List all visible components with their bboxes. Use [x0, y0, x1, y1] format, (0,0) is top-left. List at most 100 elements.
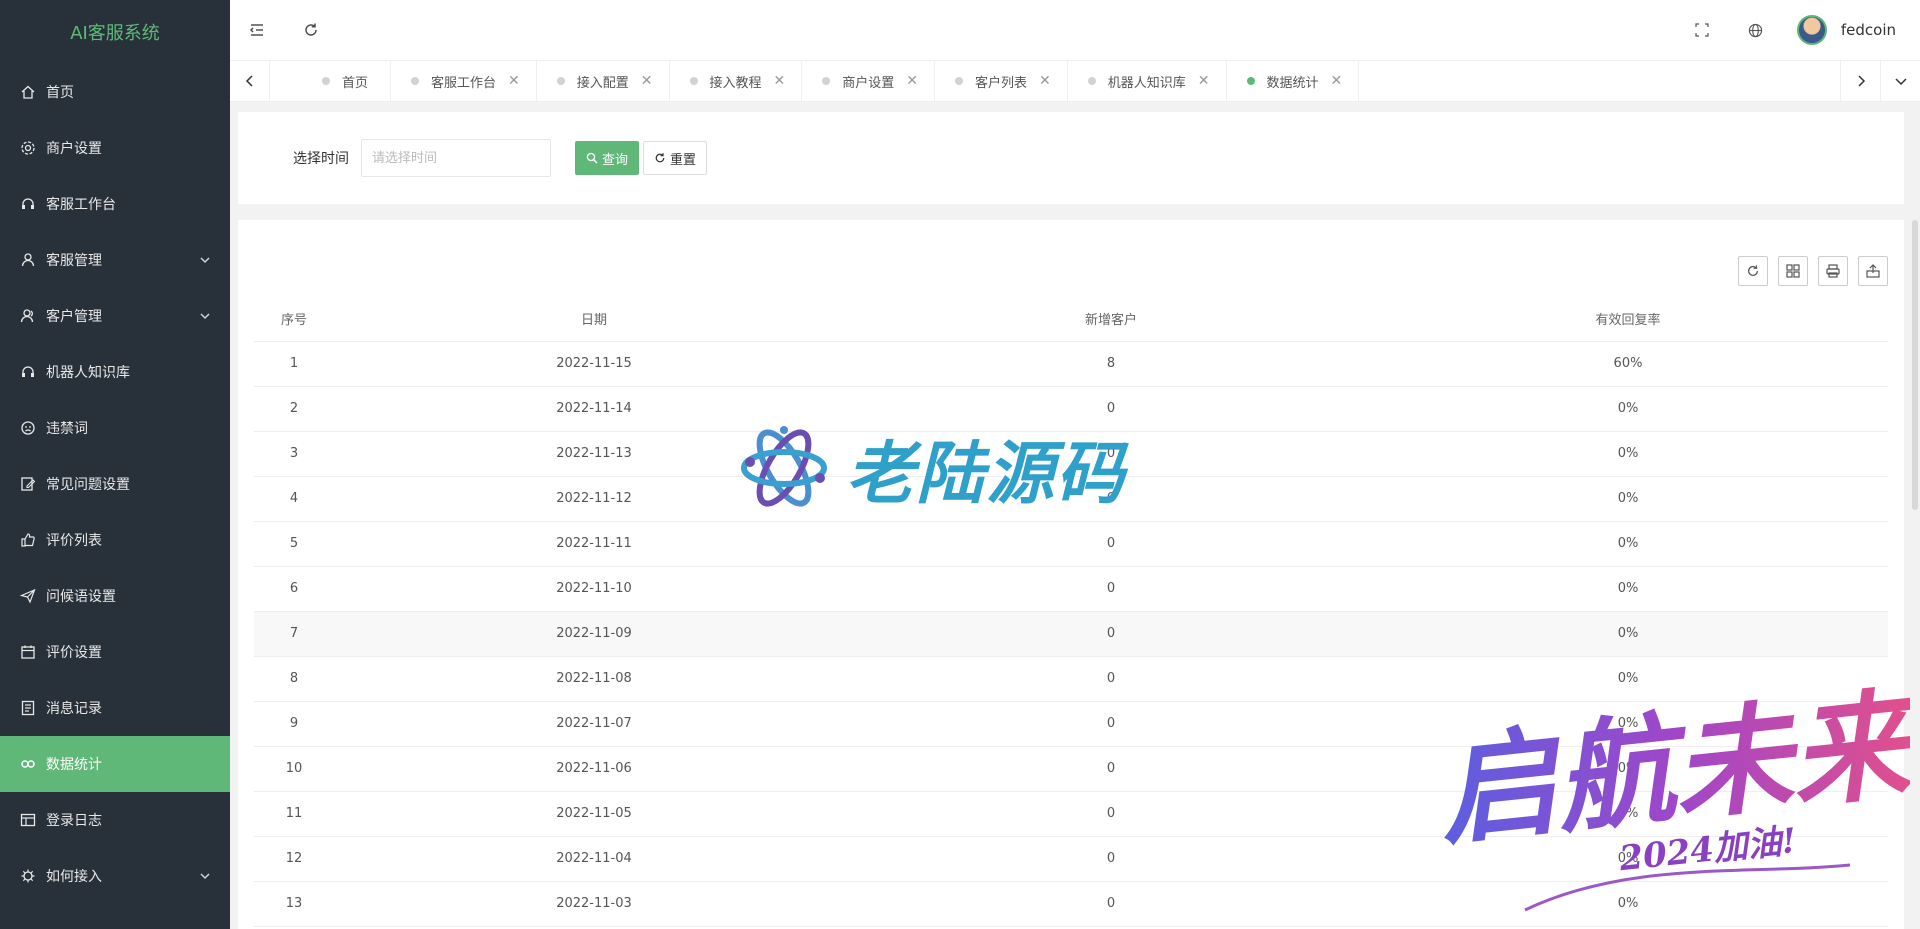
tab-3[interactable]: 接入教程 ✕ — [670, 61, 803, 101]
table-cell: 0% — [1368, 476, 1888, 522]
tab-dot — [955, 77, 964, 85]
chevron-down-icon — [198, 253, 212, 267]
tab-6[interactable]: 机器人知识库 ✕ — [1068, 61, 1227, 101]
tabs-menu-button[interactable] — [1880, 61, 1920, 101]
sidebar-item-9[interactable]: 问候语设置 — [0, 568, 230, 624]
table-cell: 6 — [254, 566, 334, 612]
tab-label: 客服工作台 — [431, 75, 497, 91]
table-cell: 2022-11-05 — [334, 791, 854, 837]
table-cell: 0 — [854, 881, 1368, 927]
search-icon — [586, 152, 598, 164]
user-menu[interactable]: fedcoin — [1796, 15, 1896, 45]
sidebar-item-14[interactable]: 如何接入 — [0, 848, 230, 904]
bug-icon — [20, 868, 36, 884]
table-cell: 2022-11-11 — [334, 521, 854, 567]
table-cell: 5 — [254, 521, 334, 567]
sidebar-item-label: 评价列表 — [46, 533, 102, 549]
table-cell: 8 — [854, 341, 1368, 387]
sidebar-item-3[interactable]: 客服管理 — [0, 232, 230, 288]
sidebar-item-6[interactable]: 违禁词 — [0, 400, 230, 456]
sidebar-item-4[interactable]: 客户管理 — [0, 288, 230, 344]
send-icon — [20, 588, 36, 604]
table-cell: 2022-11-09 — [334, 611, 854, 657]
sidebar-item-7[interactable]: 常见问题设置 — [0, 456, 230, 512]
indent-icon — [250, 24, 263, 36]
close-icon[interactable]: ✕ — [774, 73, 786, 89]
header-right: fedcoin — [1675, 0, 1920, 61]
close-icon[interactable]: ✕ — [906, 73, 918, 89]
tab-dot — [822, 77, 831, 85]
close-icon[interactable]: ✕ — [641, 73, 653, 89]
table-cell: 2022-11-03 — [334, 881, 854, 927]
close-icon[interactable]: ✕ — [1198, 73, 1210, 89]
sidebar-item-0[interactable]: 首页 — [0, 64, 230, 120]
sidebar-item-2[interactable]: 客服工作台 — [0, 176, 230, 232]
table-icon — [20, 812, 36, 828]
page-scrollbar[interactable] — [1912, 220, 1918, 510]
export-button[interactable] — [1858, 256, 1888, 286]
print-button[interactable] — [1818, 256, 1848, 286]
table-cell: 0 — [854, 836, 1368, 882]
headset-icon — [20, 196, 36, 212]
tab-1[interactable]: 客服工作台 ✕ — [391, 61, 537, 101]
table-cell: 7 — [254, 611, 334, 657]
query-button[interactable]: 查询 — [575, 141, 640, 175]
tab-0[interactable]: 首页 — [270, 61, 392, 101]
column-filter-button[interactable] — [1778, 256, 1808, 286]
tab-7[interactable]: 数据统计 ✕ — [1227, 61, 1360, 101]
sidebar-item-12[interactable]: 数据统计 — [0, 736, 230, 792]
tab-dot — [689, 77, 698, 85]
refresh-icon — [1748, 265, 1758, 276]
column-header: 有效回复率 — [1368, 296, 1888, 342]
table-cell: 3 — [254, 431, 334, 477]
tab-2[interactable]: 接入配置 ✕ — [537, 61, 670, 101]
query-button-label: 查询 — [602, 152, 629, 168]
slogan-watermark: 启航未来 2024加油! — [1432, 673, 1910, 912]
table-cell: 4 — [254, 476, 334, 522]
sidebar-item-11[interactable]: 消息记录 — [0, 680, 230, 736]
brand-watermark: 老陆源码 — [740, 418, 1126, 517]
sidebar-item-label: 如何接入 — [46, 869, 102, 885]
chevron-down-icon — [198, 309, 212, 323]
tab-label: 商户设置 — [842, 75, 895, 91]
close-icon[interactable]: ✕ — [1039, 73, 1051, 89]
close-icon[interactable]: ✕ — [508, 73, 520, 89]
tab-4[interactable]: 商户设置 ✕ — [802, 61, 936, 101]
sidebar-item-5[interactable]: 机器人知识库 — [0, 344, 230, 400]
table-row[interactable]: 1 2022-11-15 8 60% — [254, 341, 1888, 387]
menu-toggle-button[interactable] — [230, 0, 284, 61]
sidebar-item-10[interactable]: 评价设置 — [0, 624, 230, 680]
column-header: 日期 — [334, 296, 854, 342]
table-cell: 0 — [854, 656, 1368, 702]
table-row[interactable]: 5 2022-11-11 0 0% — [254, 521, 1888, 567]
column-header: 新增客户 — [854, 296, 1368, 342]
table-cell: 12 — [254, 836, 334, 882]
sidebar-item-label: 常见问题设置 — [46, 477, 130, 493]
tabs-scroll-left-button[interactable] — [230, 61, 270, 101]
sidebar-item-13[interactable]: 登录日志 — [0, 792, 230, 848]
column-header: 序号 — [254, 296, 334, 342]
sidebar-item-label: 违禁词 — [46, 421, 88, 437]
tab-5[interactable]: 客户列表 ✕ — [935, 61, 1068, 101]
tabs-scroll-right-button[interactable] — [1840, 61, 1880, 101]
reset-button[interactable]: 重置 — [643, 141, 708, 175]
close-icon[interactable]: ✕ — [1331, 73, 1343, 89]
sidebar-item-1[interactable]: 商户设置 — [0, 120, 230, 176]
language-button[interactable] — [1729, 0, 1783, 61]
refresh-icon — [305, 23, 317, 36]
table-refresh-button[interactable] — [1738, 256, 1768, 286]
table-toolbar — [1728, 256, 1888, 286]
table-row[interactable]: 6 2022-11-10 0 0% — [254, 566, 1888, 612]
fullscreen-button[interactable] — [1675, 0, 1729, 61]
table-row[interactable]: 7 2022-11-09 0 0% — [254, 611, 1888, 657]
table-cell: 9 — [254, 701, 334, 747]
time-picker-input[interactable] — [361, 139, 551, 177]
username: fedcoin — [1840, 21, 1896, 39]
table-cell: 0 — [854, 611, 1368, 657]
sidebar-item-8[interactable]: 评价列表 — [0, 512, 230, 568]
refresh-button[interactable] — [284, 0, 338, 61]
table-cell: 2022-11-10 — [334, 566, 854, 612]
chevron-down-icon — [198, 869, 212, 883]
face-icon — [20, 420, 36, 436]
link-icon — [20, 756, 36, 772]
